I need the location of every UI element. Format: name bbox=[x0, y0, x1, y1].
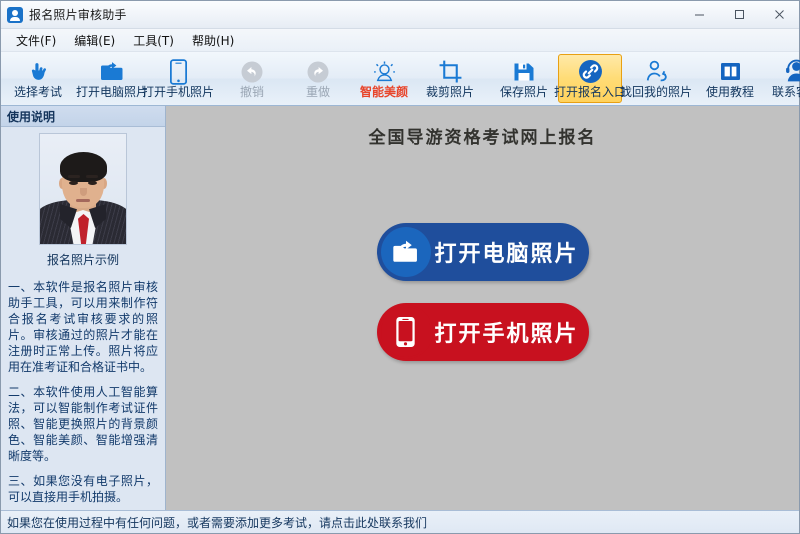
headset-support-icon bbox=[784, 58, 800, 85]
toolbar-button-redo[interactable]: 重做 bbox=[286, 54, 350, 103]
toolbar-button-open-registration-portal[interactable]: 打开报名入口 bbox=[554, 54, 626, 103]
redo-arrow-icon bbox=[306, 58, 330, 85]
photo-hair bbox=[60, 152, 107, 182]
crop-icon bbox=[438, 58, 463, 85]
sample-photo-caption: 报名照片示例 bbox=[46, 253, 119, 267]
photo-mouth bbox=[76, 199, 90, 202]
instructions-sidebar: 使用说明 报名照片示例 一、本软件是报名照片审核助手工具，可以用来制作符合报名考… bbox=[1, 106, 166, 510]
toolbar-button-save-photo[interactable]: 保存照片 bbox=[492, 54, 556, 103]
content-area: 使用说明 报名照片示例 一、本软件是报名照片审核助手工具，可以用来制作符合报名考… bbox=[1, 106, 799, 510]
toolbar-label: 重做 bbox=[305, 85, 330, 99]
photo-eyebrow-right bbox=[86, 175, 98, 178]
toolbar-button-user-guide[interactable]: 使用教程 bbox=[698, 54, 762, 103]
toolbar-button-select-exam[interactable]: 选择考试 bbox=[6, 54, 70, 103]
toolbar-label: 打开报名入口 bbox=[554, 85, 627, 99]
window-title: 报名照片审核助手 bbox=[29, 8, 127, 22]
window-controls bbox=[679, 1, 799, 28]
toolbar-label: 使用教程 bbox=[705, 85, 754, 99]
toolbar-label: 联系客服 bbox=[771, 85, 800, 99]
toolbar-button-retrieve-my-photo[interactable]: 找回我的照片 bbox=[620, 54, 692, 103]
undo-arrow-icon bbox=[240, 58, 264, 85]
instruction-paragraph-2: 二、本软件使用人工智能算法，可以智能制作考试证件照、智能更换照片的背景颜色、智能… bbox=[8, 385, 158, 463]
open-folder-icon bbox=[99, 58, 125, 85]
open-pc-photo-label: 打开电脑照片 bbox=[434, 242, 579, 267]
open-pc-photo-button[interactable]: 打开电脑照片 bbox=[376, 223, 589, 281]
toolbar-button-undo[interactable]: 撤销 bbox=[220, 54, 284, 103]
toolbar-button-crop-photo[interactable]: 裁剪照片 bbox=[418, 54, 482, 103]
toolbar-label: 撤销 bbox=[239, 85, 264, 99]
toolbar: 选择考试 打开电脑照片 打开手机照片 撤销 重做 智能美颜 裁剪照片 保存照片 … bbox=[1, 52, 800, 106]
hand-tap-icon bbox=[26, 58, 51, 85]
title-bar: 报名照片审核助手 bbox=[1, 1, 799, 29]
instruction-paragraph-1: 一、本软件是报名照片审核助手工具，可以用来制作符合报名考试审核要求的照片。审核通… bbox=[8, 280, 158, 374]
toolbar-label: 打开手机照片 bbox=[142, 85, 215, 99]
toolbar-label: 打开电脑照片 bbox=[76, 85, 149, 99]
photo-eye-right bbox=[88, 181, 97, 185]
close-icon[interactable] bbox=[759, 1, 799, 28]
sidebar-content: 报名照片示例 一、本软件是报名照片审核助手工具，可以用来制作符合报名考试审核要求… bbox=[1, 127, 165, 510]
open-mobile-photo-label: 打开手机照片 bbox=[434, 322, 579, 347]
toolbar-label: 裁剪照片 bbox=[425, 85, 474, 99]
toolbar-label: 保存照片 bbox=[499, 85, 548, 99]
person-badge-icon bbox=[7, 6, 23, 23]
save-floppy-icon bbox=[512, 58, 536, 85]
person-restore-icon bbox=[644, 58, 669, 85]
page-title: 全国导游资格考试网上报名 bbox=[368, 128, 597, 148]
toolbar-label: 找回我的照片 bbox=[620, 85, 693, 99]
application-window: 报名照片审核助手 文件(F) 编辑(E) 工具(T) 帮助(H) 选择考试 打开… bbox=[0, 0, 800, 534]
status-bar: 如果您在使用过程中有任何问题，或者需要添加更多考试，请点击此处联系我们 bbox=[1, 510, 799, 533]
menu-file[interactable]: 文件(F) bbox=[7, 30, 65, 51]
photo-eye-left bbox=[69, 181, 78, 185]
toolbar-button-open-pc-photo[interactable]: 打开电脑照片 bbox=[76, 54, 148, 103]
toolbar-button-contact-support[interactable]: 联系客服 bbox=[764, 54, 800, 103]
menu-bar: 文件(F) 编辑(E) 工具(T) 帮助(H) bbox=[1, 29, 799, 52]
photo-eyebrow-left bbox=[68, 175, 80, 178]
sidebar-header: 使用说明 bbox=[1, 106, 165, 127]
mobile-phone-icon bbox=[380, 307, 436, 357]
open-mobile-photo-button[interactable]: 打开手机照片 bbox=[376, 303, 589, 361]
instruction-paragraph-3: 三、如果您没有电子照片，可以直接用手机拍摄。 bbox=[8, 474, 158, 504]
link-chain-icon bbox=[578, 58, 603, 85]
contact-us-status-link[interactable]: 如果您在使用过程中有任何问题，或者需要添加更多考试，请点击此处联系我们 bbox=[7, 514, 427, 531]
toolbar-button-smart-beauty[interactable]: 智能美颜 bbox=[352, 54, 416, 103]
sample-id-photo bbox=[39, 133, 127, 245]
beauty-face-icon bbox=[372, 58, 397, 85]
open-folder-icon bbox=[380, 227, 431, 277]
toolbar-button-open-mobile-photo[interactable]: 打开手机照片 bbox=[142, 54, 214, 103]
menu-help[interactable]: 帮助(H) bbox=[183, 30, 243, 51]
mobile-phone-icon bbox=[169, 58, 187, 85]
menu-edit[interactable]: 编辑(E) bbox=[65, 30, 124, 51]
sample-photo-block: 报名照片示例 bbox=[8, 133, 158, 271]
main-panel: 全国导游资格考试网上报名 打开电脑照片 打开手机照片 bbox=[166, 106, 799, 510]
toolbar-label: 选择考试 bbox=[13, 85, 62, 99]
maximize-icon[interactable] bbox=[719, 1, 759, 28]
menu-tools[interactable]: 工具(T) bbox=[124, 30, 183, 51]
minimize-icon[interactable] bbox=[679, 1, 719, 28]
toolbar-label: 智能美颜 bbox=[359, 85, 408, 99]
book-icon bbox=[718, 58, 743, 85]
primary-actions: 打开电脑照片 打开手机照片 bbox=[376, 223, 589, 361]
photo-nose bbox=[80, 188, 87, 196]
